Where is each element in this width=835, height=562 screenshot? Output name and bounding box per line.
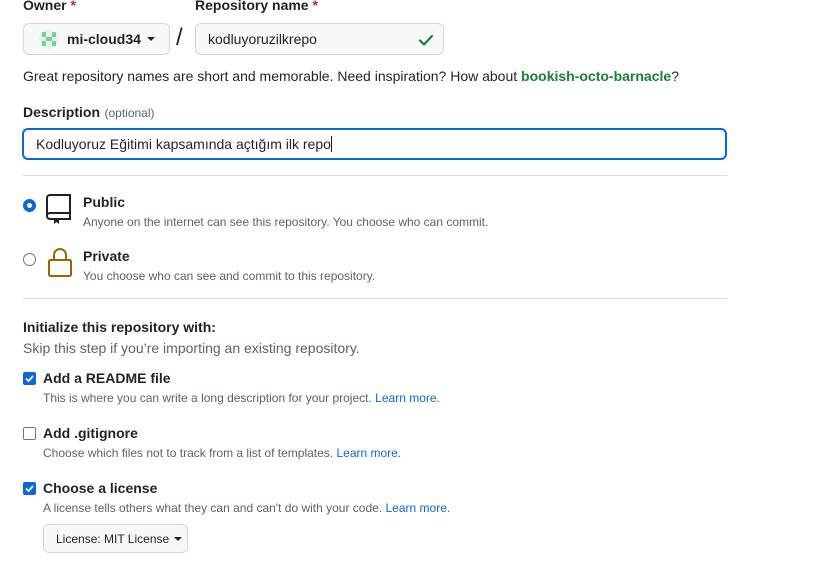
public-title: Public (83, 194, 126, 210)
repo-name-value: kodluyoruzilkrepo (208, 31, 317, 47)
repo-name-label: Repository name * (195, 0, 318, 13)
public-description: Anyone on the internet can see this repo… (83, 215, 489, 229)
private-description: You choose who can see and commit to thi… (83, 269, 376, 283)
repo-name-input[interactable]: kodluyoruzilkrepo (195, 23, 444, 55)
license-title[interactable]: Choose a license (43, 480, 157, 496)
license-learn-more-link[interactable]: Learn more. (386, 501, 451, 515)
owner-dropdown[interactable]: mi-cloud34 (23, 23, 170, 55)
checkmark-icon (25, 375, 34, 383)
public-radio[interactable] (23, 199, 36, 212)
init-subtitle: Skip this step if you’re importing an ex… (23, 340, 360, 356)
text-cursor (330, 136, 332, 152)
chevron-down-icon (174, 536, 183, 541)
license-select-button[interactable]: License: MIT License (43, 524, 188, 553)
lock-icon (47, 246, 73, 283)
repo-name-hint: Great repository names are short and mem… (23, 68, 679, 84)
license-select-label: License: MIT License (56, 531, 170, 546)
readme-checkbox[interactable] (23, 372, 36, 385)
gitignore-description: Choose which files not to track from a l… (43, 446, 402, 460)
check-valid-icon (418, 32, 434, 51)
description-input[interactable]: Kodluyoruz Eğitimi kapsamında açtığım il… (22, 128, 727, 160)
divider (23, 298, 727, 299)
divider (23, 175, 727, 176)
repo-icon (45, 193, 73, 230)
private-title: Private (83, 248, 130, 264)
description-value: Kodluyoruz Eğitimi kapsamında açtığım il… (36, 136, 331, 152)
readme-learn-more-link[interactable]: Learn more. (375, 391, 440, 405)
readme-title[interactable]: Add a README file (43, 370, 171, 386)
gitignore-title[interactable]: Add .gitignore (43, 425, 138, 441)
owner-repo-separator: / (176, 24, 183, 51)
owner-value: mi-cloud34 (67, 31, 141, 47)
owner-label: Owner * (23, 0, 76, 13)
license-description: A license tells others what they can and… (43, 501, 451, 515)
owner-avatar (39, 29, 59, 49)
gitignore-checkbox[interactable] (23, 427, 36, 440)
gitignore-learn-more-link[interactable]: Learn more. (336, 446, 401, 460)
license-checkbox[interactable] (23, 482, 36, 495)
readme-description: This is where you can write a long descr… (43, 391, 440, 405)
name-suggestion-link[interactable]: bookish-octo-barnacle (521, 68, 671, 84)
chevron-down-icon (146, 37, 155, 41)
init-title: Initialize this repository with: (23, 319, 216, 335)
private-radio[interactable] (23, 253, 36, 266)
checkmark-icon (25, 485, 34, 493)
description-label: Description (optional) (23, 104, 155, 120)
